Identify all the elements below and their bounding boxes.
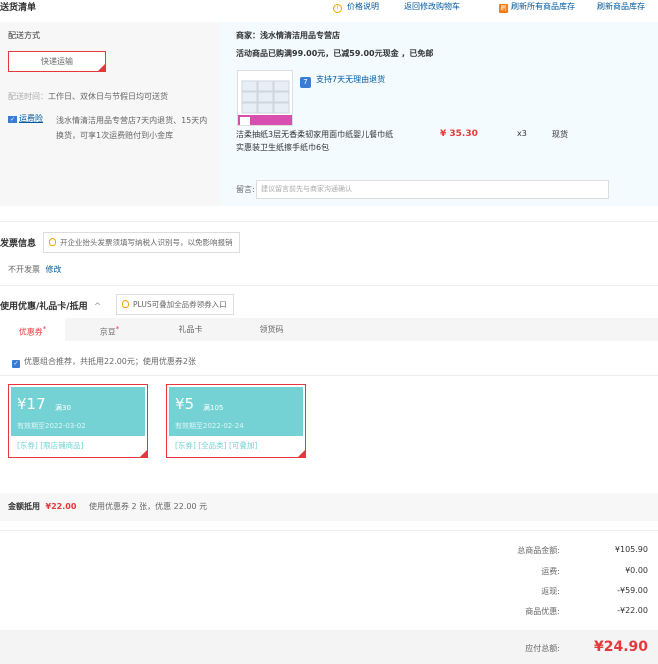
coupon-condition: 满30 — [55, 404, 71, 412]
info-icon: ! — [333, 4, 342, 13]
freight-insurance-label: 运费险 — [19, 114, 44, 123]
coupon-card[interactable]: ¥5 满105 有效期至2022-02-24 [东券] [全品类] [可叠加] — [166, 384, 306, 458]
delivery-time-value: 工作日、双休日与节假日均可送货 — [48, 92, 168, 101]
tab-redeem-code-label: 领货码 — [259, 325, 284, 334]
freight-insurance-tag[interactable]: ✓ 运费险 — [8, 113, 43, 124]
freight-desc-line-1: 浅水情清洁用品专营店7天内退货、15天内 — [56, 116, 208, 125]
tab-coupon[interactable]: 优惠券* — [0, 318, 65, 341]
coupon-scope: [东券] [全品类] [可叠加] — [175, 441, 258, 450]
bulb-icon — [122, 300, 129, 308]
divider — [0, 285, 658, 286]
coupon-expiry: 有效期至2022-02-24 — [175, 422, 244, 430]
product-price: ¥ 35.30 — [440, 129, 478, 139]
coupon-card[interactable]: ¥17 满30 有效期至2022-03-02 [东券] [限店铺商品] — [8, 384, 148, 458]
tab-jingdou[interactable]: 京豆* — [82, 318, 137, 341]
top-bar: 送货清单 ! 价格说明 返回修改购物车 刷刷新所有商品库存 刷新商品库存 — [0, 0, 658, 14]
shipping-fee-label: 运费: — [541, 567, 560, 576]
divider — [0, 375, 658, 376]
checkbox-checked-icon: ✓ — [12, 360, 20, 368]
total-goods-label: 总商品金额: — [517, 546, 560, 555]
promo-text: 活动商品已购满99.00元，已减59.00元现金 ，已免邮 — [236, 49, 434, 58]
stock-status: 现货 — [552, 130, 568, 139]
tissue-product-icon — [238, 71, 292, 125]
freight-desc-line-2: 换货，可享1次运费赔付到小金库 — [56, 131, 174, 140]
coupon-expiry: 有效期至2022-03-02 — [17, 422, 86, 430]
tab-coupon-label: 优惠券 — [18, 327, 43, 337]
goods-discount-value: -¥22.00 — [617, 606, 648, 615]
chevron-up-icon: ^ — [93, 302, 102, 312]
refresh-all-label: 刷新所有商品库存 — [511, 2, 575, 11]
invoice-title: 发票信息 — [0, 239, 37, 249]
goods-discount-label: 商品优惠: — [525, 607, 560, 616]
coupon-scope: [东券] [限店铺商品] — [17, 441, 84, 450]
delivery-time: 配送时间：工作日、双休日与节假日均可送货 — [8, 91, 168, 102]
plus-tip[interactable]: PLUS可叠加全品券领券入口 — [116, 294, 234, 315]
discount-summary-amount: ¥22.00 — [45, 502, 77, 511]
discount-title-text: 使用优惠/礼品卡/抵用 — [0, 302, 88, 312]
selected-corner-mark — [139, 449, 148, 458]
bulb-icon — [49, 238, 56, 246]
product-quantity: x3 — [517, 129, 527, 138]
invoice-tip: 开企业抬头发票须填写纳税人识别号，以免影响报销 — [43, 232, 240, 253]
required-star: * — [115, 325, 120, 333]
delivery-time-label: 配送时间： — [8, 92, 48, 101]
price-info-label: 价格说明 — [347, 2, 379, 11]
product-image[interactable] — [237, 70, 293, 126]
price-info-link[interactable]: ! 价格说明 — [333, 1, 379, 13]
payable-value: ¥24.90 — [593, 639, 648, 655]
combo-recommend[interactable]: ✓ 优惠组合推荐，共抵用22.00元；使用优惠券2张 — [12, 356, 196, 368]
refresh-all-stock-link[interactable]: 刷刷新所有商品库存 — [499, 1, 575, 13]
coupon-face: ¥17 满30 有效期至2022-03-02 — [11, 387, 145, 436]
product-name-line-2: 实惠装卫生纸擦手纸巾6包 — [236, 143, 330, 152]
invoice-value-text: 不开发票 — [8, 265, 40, 274]
express-shipping-label: 快递运输 — [41, 57, 73, 66]
page-title: 送货清单 — [0, 3, 37, 13]
return-policy-label[interactable]: 支持7天无理由退货 — [316, 75, 385, 84]
tab-redeem-code[interactable]: 领货码 — [244, 318, 299, 341]
cashback-value: -¥59.00 — [617, 586, 648, 595]
discount-title[interactable]: 使用优惠/礼品卡/抵用 ^ — [0, 299, 101, 312]
payable-label: 应付总额: — [525, 644, 560, 653]
tab-gift-card-label: 礼品卡 — [178, 325, 203, 334]
shield-icon: ✓ — [8, 116, 18, 123]
invoice-tip-text: 开企业抬头发票须填写纳税人识别号，以免影响报销 — [60, 238, 233, 247]
coupon-condition: 满105 — [203, 404, 224, 412]
freight-insurance-desc: 浅水情清洁用品专营店7天内退货、15天内 换货，可享1次运费赔付到小金库 — [56, 113, 207, 143]
required-star: * — [42, 325, 47, 333]
discount-tabs: 优惠券* 京豆* 礼品卡 领货码 — [0, 318, 658, 341]
express-shipping-button[interactable]: 快递运输 — [8, 51, 106, 72]
discount-summary: 金额抵用 ¥22.00 使用优惠券 2 张，优惠 22.00 元 — [0, 493, 658, 521]
remark-label: 留言: — [236, 185, 255, 194]
invoice-edit-link[interactable]: 修改 — [46, 265, 62, 274]
refresh-icon: 刷 — [499, 4, 508, 13]
coupon-face: ¥5 满105 有效期至2022-02-24 — [169, 387, 303, 436]
combo-recommend-text: 优惠组合推荐，共抵用22.00元；使用优惠券2张 — [24, 357, 196, 366]
total-goods-value: ¥105.90 — [614, 545, 648, 554]
tab-jingdou-label: 京豆 — [99, 327, 116, 337]
invoice-value: 不开发票 修改 — [8, 264, 62, 275]
cashback-label: 返现: — [541, 587, 560, 596]
plus-tip-text: PLUS可叠加全品券领券入口 — [133, 300, 227, 309]
return-icon: 7 — [300, 77, 311, 88]
coupon-amount: ¥5 — [175, 395, 195, 413]
shipping-fee-value: ¥0.00 — [625, 566, 648, 575]
tab-gift-card[interactable]: 礼品卡 — [163, 318, 218, 341]
merchant-name: 商家：浅水情清洁用品专营店 — [236, 31, 340, 40]
discount-summary-label: 金额抵用 — [8, 502, 40, 511]
divider — [0, 530, 658, 531]
discount-summary-text: 使用优惠券 2 张，优惠 22.00 元 — [88, 502, 208, 511]
return-policy: 7 支持7天无理由退货 — [300, 74, 385, 88]
product-name-line-1: 洁柔抽纸3层无香柔韧家用面巾纸婴儿餐巾纸 — [236, 130, 394, 139]
payable-bar: 应付总额: ¥24.90 — [0, 630, 658, 664]
divider — [0, 221, 658, 222]
refresh-stock-link[interactable]: 刷新商品库存 — [597, 1, 645, 12]
product-name[interactable]: 洁柔抽纸3层无香柔韧家用面巾纸婴儿餐巾纸 实惠装卫生纸擦手纸巾6包 — [236, 128, 393, 154]
selected-corner-mark — [97, 63, 106, 72]
coupon-amount: ¥17 — [17, 395, 46, 413]
selected-corner-mark — [297, 449, 306, 458]
back-to-cart-link[interactable]: 返回修改购物车 — [404, 1, 460, 12]
remark-input[interactable]: 建议留言前先与商家沟通确认 — [256, 180, 609, 199]
shipping-method-label: 配送方式 — [8, 31, 40, 40]
